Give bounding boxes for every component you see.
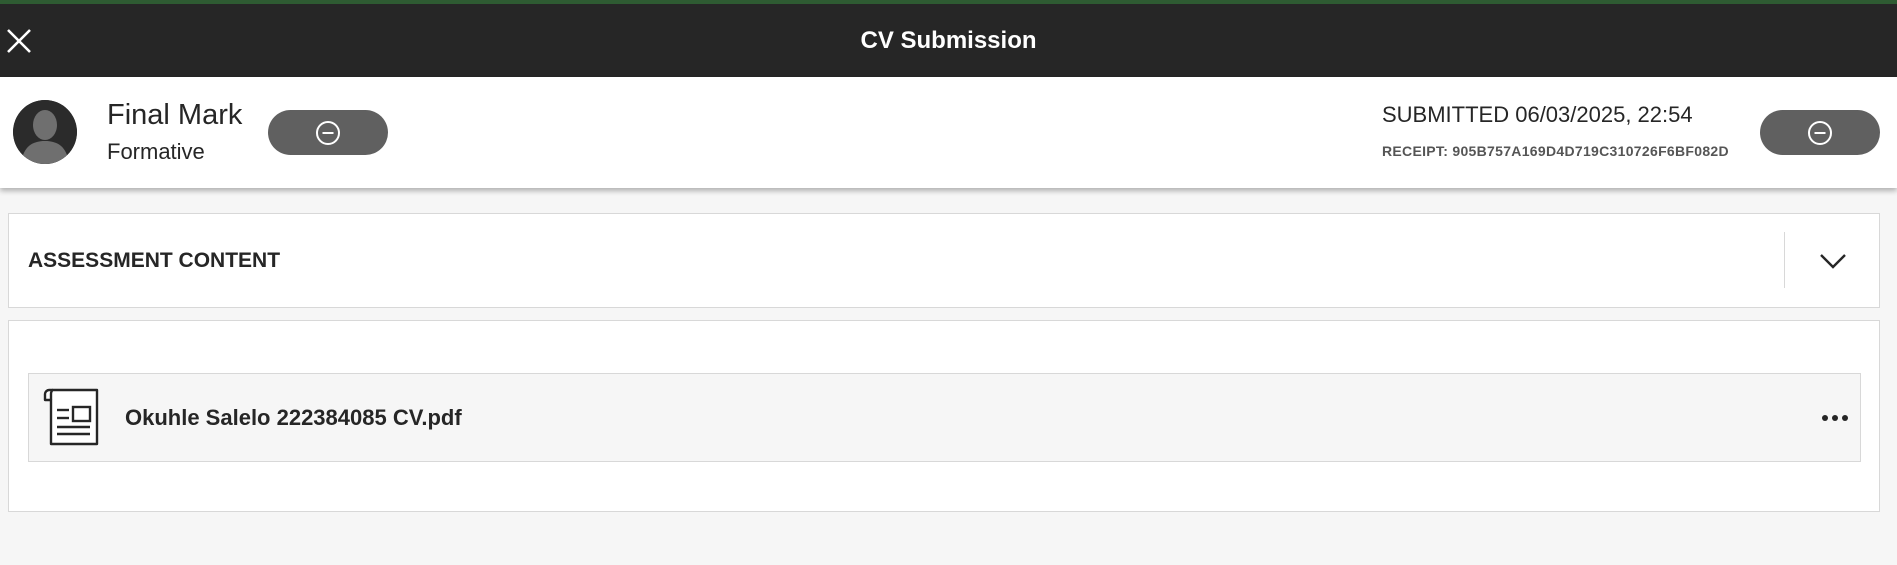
mark-toggle-button[interactable] <box>268 110 388 155</box>
title-bar: CV Submission <box>0 4 1897 77</box>
file-name[interactable]: Okuhle Salelo 222384085 CV.pdf <box>125 374 462 461</box>
file-attachment[interactable]: Okuhle Salelo 222384085 CV.pdf <box>28 373 1861 462</box>
more-options-icon <box>1822 415 1848 421</box>
final-mark-label: Final Mark <box>107 99 243 131</box>
submission-toggle-button[interactable] <box>1760 110 1880 155</box>
assessment-content-panel: ASSESSMENT CONTENT <box>8 213 1880 308</box>
user-avatar-icon <box>13 100 77 164</box>
receipt-id: RECEIPT: 905B757A169D4D719C310726F6BF082… <box>1382 143 1729 159</box>
file-more-options-button[interactable] <box>1815 398 1855 438</box>
minus-circle-icon <box>1808 120 1832 145</box>
submitted-timestamp: SUBMITTED 06/03/2025, 22:54 <box>1382 102 1693 127</box>
assessment-content-title: ASSESSMENT CONTENT <box>28 248 281 272</box>
document-icon <box>43 388 99 446</box>
expand-assessment-button[interactable] <box>1785 214 1881 307</box>
submission-content-panel: Okuhle Salelo 222384085 CV.pdf <box>8 320 1880 512</box>
minus-circle-icon <box>316 120 340 145</box>
window-title: CV Submission <box>860 26 1037 54</box>
avatar <box>13 100 77 164</box>
chevron-down-icon <box>1820 253 1846 269</box>
mark-type-label: Formative <box>107 139 205 164</box>
submission-header: Final Mark Formative SUBMITTED 06/03/202… <box>0 77 1897 188</box>
